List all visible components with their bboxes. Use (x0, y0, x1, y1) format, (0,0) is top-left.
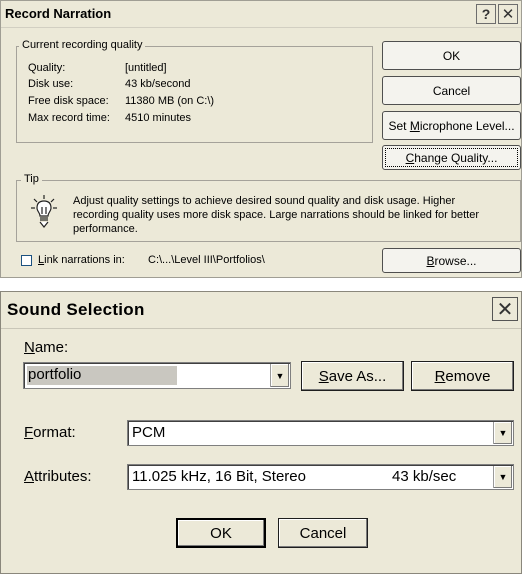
quality-group-legend: Current recording quality (19, 39, 146, 51)
disk-use-label: Disk use: (28, 78, 74, 90)
chevron-down-icon[interactable]: ▼ (270, 364, 289, 387)
change-quality-button[interactable]: Change Quality... (382, 145, 521, 170)
attributes-combobox[interactable]: 11.025 kHz, 16 Bit, Stereo 43 kb/sec ▼ (127, 464, 514, 490)
format-value: PCM (132, 424, 166, 441)
save-as-label: Save As... (318, 367, 387, 385)
close-button[interactable]: ✕ (498, 4, 518, 24)
cancel-button[interactable]: Cancel (382, 76, 521, 105)
sound-selection-dialog: Sound Selection ✕ Name: portfolio ▼ Save… (0, 291, 522, 574)
link-narrations-path: C:\...\Level III\Portfolios\ (148, 254, 265, 266)
link-narrations-checkbox[interactable] (21, 255, 32, 266)
name-value: portfolio (28, 366, 82, 383)
disk-use-value: 43 kb/second (125, 78, 191, 90)
tip-text-line2: recording quality uses more disk space. … (73, 209, 480, 221)
cancel-button-label: Cancel (432, 83, 471, 98)
link-narrations-label: Link narrations in: (38, 254, 125, 266)
remove-button[interactable]: Remove (411, 361, 514, 391)
attributes-label: Attributes: (24, 468, 92, 485)
format-label: Format: (24, 424, 76, 441)
lightbulb-icon (31, 194, 57, 233)
ok-button-label: OK (442, 48, 461, 63)
tip-text-line3: performance. (73, 223, 138, 235)
close-icon: ✕ (501, 6, 515, 23)
browse-button[interactable]: Browse... (382, 248, 521, 273)
name-label: Name: (24, 339, 69, 356)
remove-label: Remove (434, 367, 491, 385)
tip-text-line1: Adjust quality settings to achieve desir… (73, 195, 456, 207)
max-record-time-label: Max record time: (28, 112, 110, 124)
close-icon: ✕ (496, 298, 514, 321)
attributes-rate: 43 kb/sec (392, 468, 457, 485)
ok-button-label: OK (210, 524, 232, 542)
chevron-down-icon[interactable]: ▼ (493, 422, 512, 444)
quality-value: [untitled] (125, 62, 167, 74)
tip-group-legend: Tip (21, 173, 42, 185)
save-as-button[interactable]: Save As... (301, 361, 404, 391)
max-record-time-value: 4510 minutes (125, 112, 192, 124)
record-narration-dialog: Record Narration ? ✕ Current recording q… (0, 0, 522, 278)
chevron-down-icon[interactable]: ▼ (493, 466, 512, 488)
attributes-value: 11.025 kHz, 16 Bit, Stereo (132, 468, 306, 485)
close-button[interactable]: ✕ (492, 297, 518, 321)
record-narration-title: Record Narration (5, 6, 112, 21)
set-microphone-level-label: Set Microphone Level... (388, 118, 515, 133)
free-disk-space-value: 11380 MB (on C:\) (125, 95, 215, 107)
free-disk-space-label: Free disk space: (28, 95, 109, 107)
cancel-button[interactable]: Cancel (278, 518, 368, 548)
ok-button[interactable]: OK (382, 41, 521, 70)
help-button[interactable]: ? (476, 4, 496, 24)
ok-button[interactable]: OK (176, 518, 266, 548)
browse-button-label: Browse... (426, 253, 477, 268)
quality-label: Quality: (28, 62, 66, 74)
cancel-button-label: Cancel (299, 524, 347, 542)
question-mark-icon: ? (481, 6, 491, 22)
format-combobox[interactable]: PCM ▼ (127, 420, 514, 446)
set-microphone-level-button[interactable]: Set Microphone Level... (382, 111, 521, 140)
sound-selection-title: Sound Selection (7, 300, 145, 319)
change-quality-label: Change Quality... (405, 150, 498, 165)
record-narration-titlebar: Record Narration ? ✕ (1, 1, 521, 28)
sound-selection-titlebar: Sound Selection ✕ (1, 292, 521, 329)
name-combobox[interactable]: portfolio ▼ (23, 362, 291, 389)
